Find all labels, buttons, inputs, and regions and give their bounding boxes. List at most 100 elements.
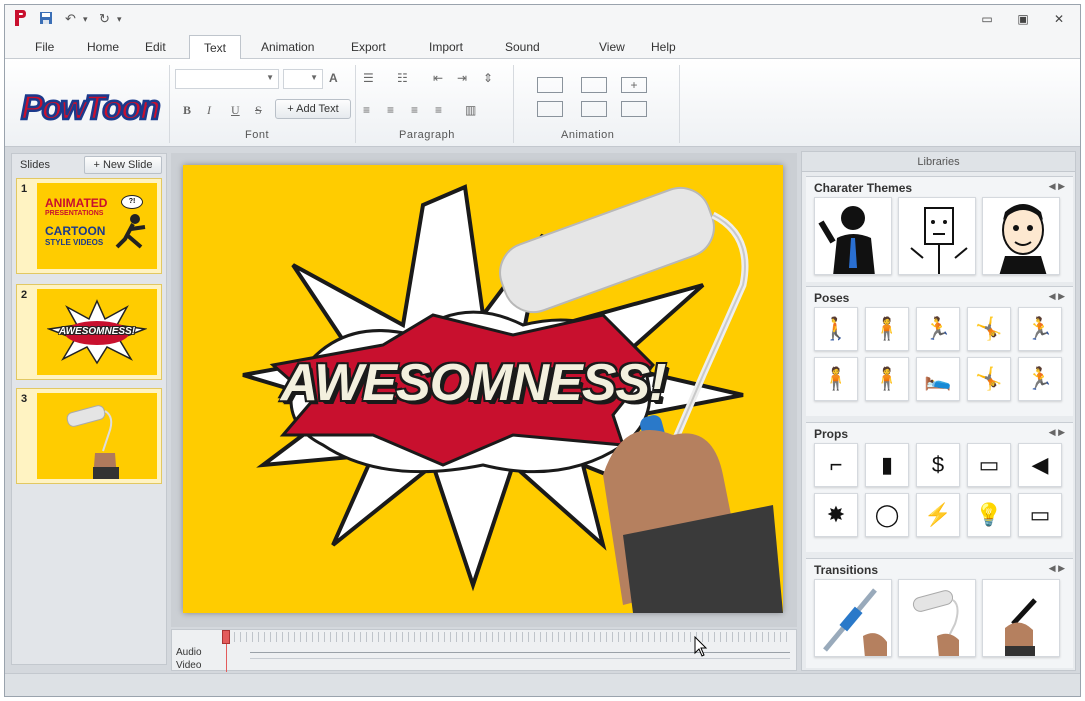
- undo-icon[interactable]: ↶: [65, 11, 76, 27]
- pager-arrows-icon[interactable]: ◀ ▶: [1049, 563, 1065, 574]
- font-size-select[interactable]: ▼: [283, 69, 323, 89]
- prop-10[interactable]: ▭: [1018, 493, 1062, 537]
- pose-10[interactable]: 🏃: [1018, 357, 1062, 401]
- customize-icon[interactable]: ▾: [117, 14, 122, 25]
- pose-4[interactable]: 🤸: [967, 307, 1011, 351]
- tab-sound[interactable]: Sound: [505, 39, 540, 59]
- slide-canvas[interactable]: AWESOMNESS!: [183, 165, 783, 613]
- bold-button[interactable]: B: [183, 103, 191, 118]
- underline-button[interactable]: U: [231, 103, 240, 118]
- undo-dropdown-icon[interactable]: ▾: [83, 14, 88, 25]
- squeegee-icon: [823, 588, 887, 656]
- tab-file[interactable]: File: [35, 39, 54, 59]
- character-theme-1[interactable]: [814, 197, 892, 275]
- transition-3[interactable]: [982, 579, 1060, 657]
- slide-number: 2: [21, 289, 28, 301]
- line-spacing-icon[interactable]: ⇕: [483, 71, 493, 85]
- new-slide-button[interactable]: + New Slide: [84, 156, 162, 174]
- strikethrough-button[interactable]: S: [255, 103, 262, 118]
- pose-5[interactable]: 🏃: [1018, 307, 1062, 351]
- prop-3[interactable]: $: [916, 443, 960, 487]
- video-track[interactable]: [250, 658, 790, 659]
- align-left-icon[interactable]: ≡: [363, 103, 370, 117]
- tab-export[interactable]: Export: [351, 39, 386, 59]
- transition-2[interactable]: [898, 579, 976, 657]
- numbered-list-icon[interactable]: ☷: [397, 71, 408, 85]
- prop-2[interactable]: ▮: [865, 443, 909, 487]
- minimize-button[interactable]: ▭: [977, 11, 997, 27]
- increase-indent-icon[interactable]: ⇥: [457, 71, 467, 85]
- animation-zoom-icon[interactable]: [621, 101, 647, 117]
- tab-edit[interactable]: Edit: [145, 39, 166, 59]
- svg-text:PowToon: PowToon: [21, 89, 160, 127]
- pager-arrows-icon[interactable]: ◀ ▶: [1049, 291, 1065, 302]
- pose-icon: 🧍: [873, 316, 901, 341]
- paint-roller-hand-icon: [499, 186, 783, 613]
- maximize-button[interactable]: ▣: [1013, 11, 1033, 27]
- align-center-icon[interactable]: ≡: [387, 103, 394, 117]
- animation-columns-icon[interactable]: [537, 77, 563, 93]
- pose-icon: 🧍: [822, 366, 850, 391]
- prop-icon: $: [931, 452, 945, 477]
- animation-slide-icon[interactable]: [581, 77, 607, 93]
- tab-import[interactable]: Import: [429, 39, 463, 59]
- prop-4[interactable]: ▭: [967, 443, 1011, 487]
- ribbon-separator: [513, 65, 514, 143]
- redo-icon[interactable]: ↻: [99, 11, 110, 27]
- prop-5[interactable]: ◀: [1018, 443, 1062, 487]
- tab-home[interactable]: Home: [87, 39, 119, 59]
- slide-thumbnail-1[interactable]: 1 ANIMATED PRESENTATIONS CARTOON STYLE V…: [16, 178, 162, 274]
- tab-animation[interactable]: Animation: [261, 39, 314, 59]
- chevron-down-icon: ▼: [310, 73, 318, 82]
- pose-icon: 🏃: [1026, 316, 1054, 341]
- italic-button[interactable]: I: [207, 103, 211, 118]
- section-title: Poses: [814, 291, 850, 305]
- pager-arrows-icon[interactable]: ◀ ▶: [1049, 181, 1065, 192]
- character-theme-2[interactable]: [898, 197, 976, 275]
- prop-7[interactable]: ◯: [865, 493, 909, 537]
- bullet-list-icon[interactable]: ☰: [363, 71, 374, 85]
- pose-7[interactable]: 🧍: [865, 357, 909, 401]
- slide-text: PRESENTATIONS: [45, 210, 104, 217]
- prop-9[interactable]: 💡: [967, 493, 1011, 537]
- tab-view[interactable]: View: [599, 39, 625, 59]
- slide-thumbnail-3[interactable]: 3: [16, 388, 162, 484]
- prop-6[interactable]: ✸: [814, 493, 858, 537]
- add-text-button[interactable]: + Add Text: [275, 99, 351, 119]
- video-track-label: Video: [176, 660, 202, 671]
- animation-curve-icon[interactable]: [581, 101, 607, 117]
- powtoon-logo: PowToon: [19, 83, 163, 129]
- audio-waveform[interactable]: [250, 652, 790, 653]
- pose-1[interactable]: 🚶: [814, 307, 858, 351]
- canvas-area: AWESOMNESS!: [171, 153, 797, 627]
- prop-1[interactable]: ⌐: [814, 443, 858, 487]
- prop-8[interactable]: ⚡: [916, 493, 960, 537]
- pager-arrows-icon[interactable]: ◀ ▶: [1049, 427, 1065, 438]
- font-group-label: Font: [245, 129, 270, 141]
- justify-icon[interactable]: ≡: [435, 103, 442, 117]
- grow-font-icon[interactable]: A: [329, 71, 338, 85]
- playhead-handle[interactable]: [222, 630, 230, 644]
- tab-help[interactable]: Help: [651, 39, 676, 59]
- animation-add-icon[interactable]: +: [621, 77, 647, 93]
- font-family-select[interactable]: ▼: [175, 69, 279, 89]
- transition-1[interactable]: [814, 579, 892, 657]
- align-right-icon[interactable]: ≡: [411, 103, 418, 117]
- pose-2[interactable]: 🧍: [865, 307, 909, 351]
- pose-8[interactable]: 🛌: [916, 357, 960, 401]
- save-icon[interactable]: [39, 11, 53, 28]
- libraries-title: Libraries: [802, 152, 1075, 172]
- pose-9[interactable]: 🤸: [967, 357, 1011, 401]
- character-theme-3[interactable]: [982, 197, 1060, 275]
- pose-3[interactable]: 🏃: [916, 307, 960, 351]
- tab-text[interactable]: Text: [189, 35, 242, 60]
- slide-thumbnail-2[interactable]: 2 AWESOMNESS!: [16, 284, 162, 380]
- animation-wipe-icon[interactable]: [537, 101, 563, 117]
- pose-6[interactable]: 🧍: [814, 357, 858, 401]
- playhead-line: [226, 644, 227, 672]
- close-button[interactable]: ✕: [1049, 11, 1069, 27]
- prop-icon: ▭: [1029, 502, 1051, 527]
- ribbon-separator: [169, 65, 170, 143]
- columns-icon[interactable]: ▥: [465, 103, 476, 117]
- decrease-indent-icon[interactable]: ⇤: [433, 71, 443, 85]
